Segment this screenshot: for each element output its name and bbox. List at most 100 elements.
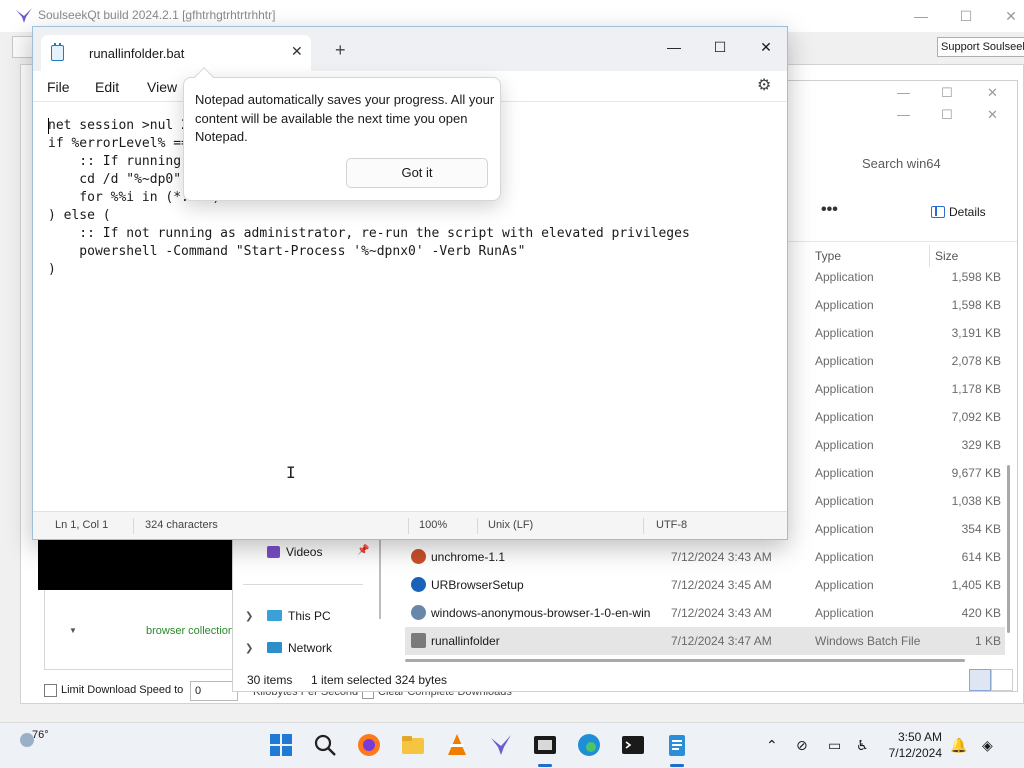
copilot-icon[interactable]: ◈ — [982, 737, 993, 754]
settings-gear-icon[interactable]: ⚙ — [757, 75, 771, 95]
more-options-icon[interactable]: ••• — [821, 201, 838, 219]
support-soulseek-button[interactable]: Support Soulseek — [937, 37, 1024, 57]
file-row[interactable]: windows-anonymous-browser-1-0-en-win 7/12… — [405, 599, 1005, 627]
status-position: Ln 1, Col 1 — [55, 519, 109, 531]
status-zoom[interactable]: 100% — [419, 519, 447, 531]
details-button[interactable]: Details — [931, 205, 986, 219]
chevron-right-icon[interactable]: ❯ — [245, 643, 253, 654]
file-name: windows-anonymous-browser-1-0-en-win — [431, 606, 651, 620]
file-date: 7/12/2024 3:43 AM — [671, 606, 772, 620]
file-type: Application — [815, 606, 874, 620]
notepad-tab[interactable]: runallinfolder.bat ✕ — [41, 35, 311, 71]
taskbar: 76° ⌃ ⊘ ▭ ♿ 3:50 AM 7/12/2024 🔔 ◈ — [0, 722, 1024, 768]
file-size: 329 KB — [961, 438, 1001, 452]
tiles-view-icon[interactable] — [991, 669, 1013, 691]
file-type: Application — [815, 550, 874, 564]
tree-expand-icon[interactable]: ▼ — [69, 626, 77, 635]
new-tab-icon[interactable]: + — [335, 41, 346, 59]
soulseek-icon[interactable] — [488, 732, 514, 758]
notification-bell-icon[interactable]: 🔔 — [950, 737, 967, 754]
network-icon — [267, 642, 282, 653]
vertical-scrollbar[interactable] — [1007, 465, 1010, 633]
horizontal-scrollbar[interactable] — [405, 659, 965, 662]
file-type: Application — [815, 438, 874, 452]
media-icon[interactable] — [532, 732, 558, 758]
display-icon[interactable]: ▭ — [828, 737, 841, 754]
file-type: Application — [815, 578, 874, 592]
speed-limit-input[interactable]: 0 — [190, 681, 238, 701]
explorer-maximize-icon-2[interactable]: ☐ — [941, 107, 953, 123]
notepad-title-bar[interactable]: runallinfolder.bat ✕ + — ☐ ✕ — [33, 27, 787, 71]
explorer-minimize-icon-2[interactable]: — — [897, 107, 910, 122]
explorer-search-input[interactable]: Search win64 — [856, 147, 1016, 181]
clock[interactable]: 3:50 AM 7/12/2024 — [884, 729, 942, 761]
explorer-maximize-icon[interactable]: ☐ — [941, 85, 953, 101]
close-icon[interactable]: ✕ — [988, 4, 1024, 28]
file-type: Application — [815, 382, 874, 396]
file-date: 7/12/2024 3:47 AM — [671, 634, 772, 648]
column-header-type[interactable]: Type — [815, 249, 841, 263]
nav-network[interactable]: Network — [267, 641, 332, 655]
file-name: unchrome-1.1 — [431, 550, 506, 564]
minimize-icon[interactable]: — — [898, 4, 944, 28]
notepad-minimize-icon[interactable]: — — [659, 35, 689, 59]
limit-speed-checkbox[interactable] — [44, 684, 57, 697]
status-encoding[interactable]: UTF-8 — [656, 519, 687, 531]
got-it-button[interactable]: Got it — [346, 158, 488, 188]
file-explorer-icon[interactable] — [400, 732, 426, 758]
column-header-size[interactable]: Size — [935, 249, 958, 263]
file-size: 1,038 KB — [951, 494, 1001, 508]
nav-this-pc-label: This PC — [288, 609, 331, 623]
nav-pane-scrollbar[interactable] — [379, 539, 381, 619]
chevron-up-icon[interactable]: ⌃ — [766, 737, 778, 754]
autosave-teaching-tip: Notepad automatically saves your progres… — [183, 67, 501, 201]
soulseek-window-title: SoulseekQt build 2024.2.1 [gfhtrhgtrhtrt… — [38, 8, 276, 22]
search-icon[interactable] — [312, 732, 338, 758]
file-type: Application — [815, 466, 874, 480]
active-app-indicator — [538, 764, 552, 767]
maximize-icon[interactable]: ☐ — [943, 4, 989, 28]
installer-icon — [411, 605, 426, 620]
weather-temperature[interactable]: 76° — [32, 729, 49, 741]
file-size: 3,191 KB — [951, 326, 1001, 340]
tree-item-label[interactable]: browser collection — [146, 625, 234, 637]
details-view-icon[interactable] — [969, 669, 991, 691]
chevron-right-icon[interactable]: ❯ — [245, 611, 253, 622]
status-line-ending[interactable]: Unix (LF) — [488, 519, 533, 531]
file-size: 9,677 KB — [951, 466, 1001, 480]
accessibility-icon[interactable]: ♿ — [856, 737, 869, 754]
file-row[interactable]: URBrowserSetup 7/12/2024 3:45 AM Applicati… — [405, 571, 1005, 599]
file-type: Application — [815, 522, 874, 536]
explorer-minimize-icon[interactable]: — — [897, 85, 910, 100]
notepad-maximize-icon[interactable]: ☐ — [705, 35, 735, 59]
notepad-icon — [51, 43, 64, 61]
status-characters: 324 characters — [145, 519, 218, 531]
menu-file[interactable]: File — [47, 79, 70, 95]
explorer-close-icon-2[interactable]: ✕ — [987, 107, 998, 123]
file-row[interactable]: unchrome-1.1 7/12/2024 3:43 AM Application… — [405, 543, 1005, 571]
tip-message: Notepad automatically saves your progres… — [195, 92, 495, 144]
file-size: 7,092 KB — [951, 410, 1001, 424]
close-tab-icon[interactable]: ✕ — [291, 43, 303, 60]
firefox-icon[interactable] — [356, 732, 382, 758]
vlc-icon[interactable] — [444, 732, 470, 758]
file-size: 1,598 KB — [951, 270, 1001, 284]
menu-view[interactable]: View — [147, 79, 177, 95]
clock-time: 3:50 AM — [897, 730, 942, 744]
menu-edit[interactable]: Edit — [95, 79, 119, 95]
notepad-taskbar-icon[interactable] — [664, 732, 690, 758]
file-row[interactable]: runallinfolder 7/12/2024 3:47 AM Windows B… — [405, 627, 1005, 655]
status-divider — [408, 518, 409, 534]
ibeam-cursor-icon: I — [286, 463, 296, 482]
soulseek-black-panel — [38, 540, 234, 590]
terminal-icon[interactable] — [620, 732, 646, 758]
edge-icon[interactable] — [576, 732, 602, 758]
nav-this-pc[interactable]: This PC — [267, 609, 331, 623]
network-status-icon[interactable]: ⊘ — [796, 737, 808, 754]
explorer-close-icon[interactable]: ✕ — [987, 85, 998, 101]
windows-start-icon[interactable] — [268, 732, 294, 758]
status-divider — [477, 518, 478, 534]
nav-videos[interactable]: Videos — [267, 545, 322, 559]
soulseek-bird-icon — [16, 8, 32, 23]
notepad-close-icon[interactable]: ✕ — [751, 35, 781, 59]
